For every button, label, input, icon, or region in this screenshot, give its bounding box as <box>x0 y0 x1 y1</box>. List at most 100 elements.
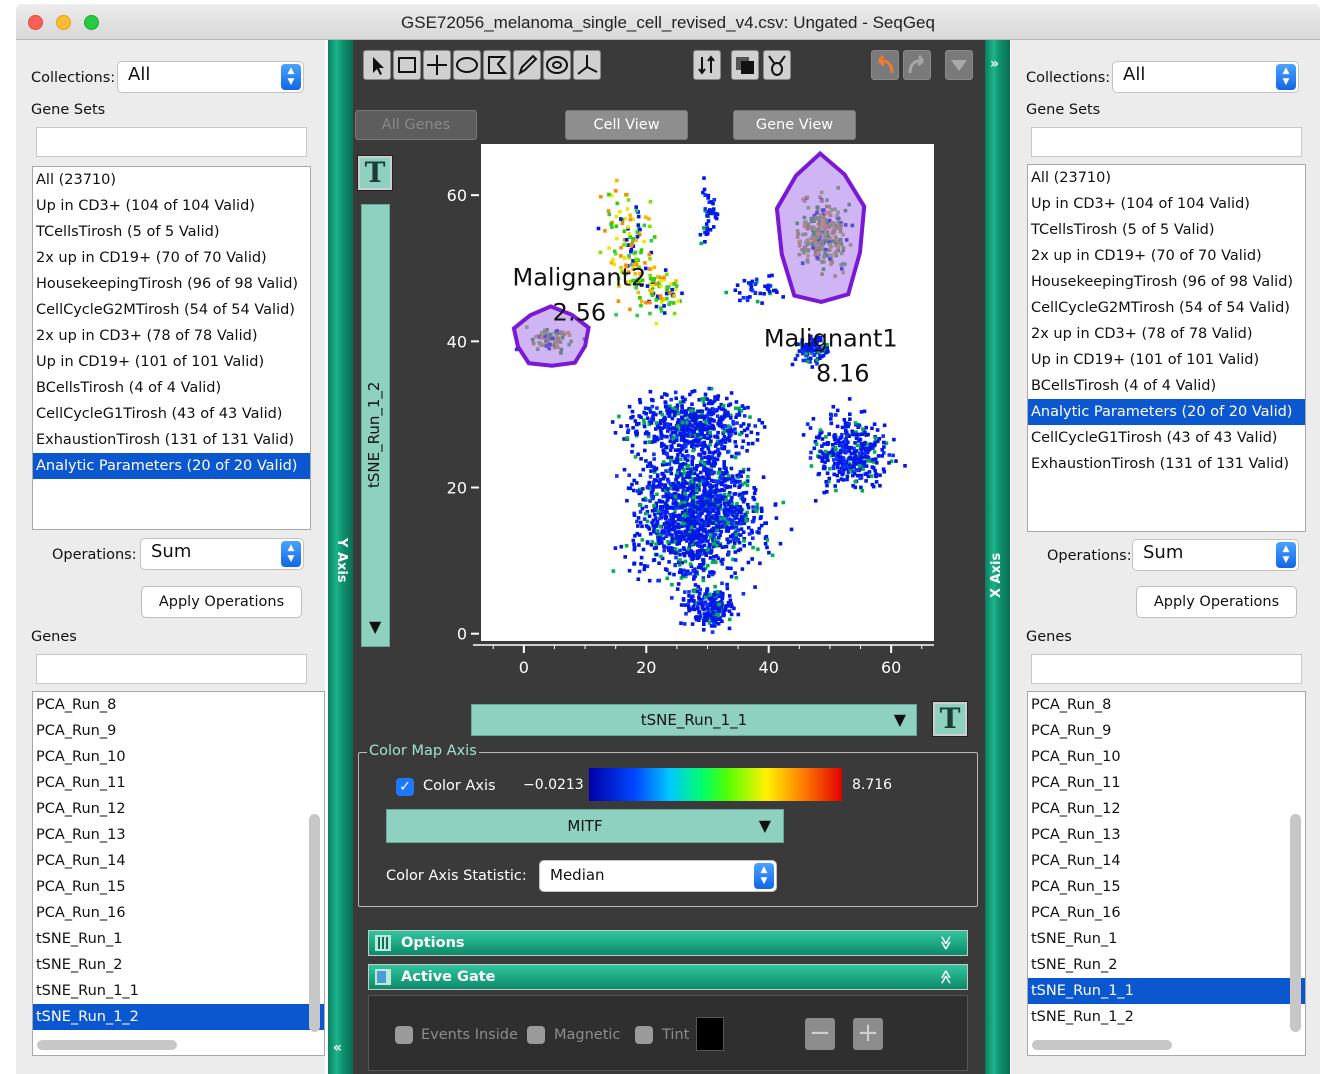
plus-button[interactable]: + <box>853 1018 883 1050</box>
gene-set-item[interactable]: CellCycleG2MTirosh (54 of 54 Valid) <box>33 297 310 323</box>
gene-set-item[interactable]: CellCycleG1Tirosh (43 of 43 Valid) <box>1028 425 1305 451</box>
gene-item[interactable]: PCA_Run_11 <box>1028 770 1305 796</box>
active-gate-bar[interactable]: Active Gate ≪ <box>368 964 968 990</box>
gene-item[interactable]: PCA_Run_13 <box>33 822 324 848</box>
gene-item[interactable]: tSNE_Run_1_1 <box>33 978 324 1004</box>
genes-horizontal-scrollbar[interactable] <box>37 1040 177 1050</box>
gene-set-item[interactable]: ExhaustionTirosh (131 of 131 Valid) <box>33 427 310 453</box>
genes-vertical-scrollbar[interactable] <box>309 814 320 1032</box>
x-axis-transform-button[interactable]: T <box>932 701 968 737</box>
gene-item[interactable]: PCA_Run_13 <box>1028 822 1305 848</box>
gene-item[interactable]: PCA_Run_12 <box>33 796 324 822</box>
expand-options-icon[interactable]: ≫ <box>934 936 958 951</box>
gene-set-item[interactable]: HousekeepingTirosh (96 of 98 Valid) <box>33 271 310 297</box>
color-axis-checkbox[interactable]: ✓ <box>396 778 414 796</box>
gene-item[interactable]: PCA_Run_16 <box>33 900 324 926</box>
x-axis-strip[interactable]: » X Axis <box>985 40 1010 1074</box>
gene-sets-list[interactable]: All (23710) Up in CD3+ (104 of 104 Valid)… <box>32 166 311 530</box>
gene-set-item[interactable]: BCellsTirosh (4 of 4 Valid) <box>1028 373 1305 399</box>
events-inside-checkbox[interactable] <box>395 1026 413 1044</box>
genes-filter-input[interactable] <box>1031 654 1302 684</box>
gene-item[interactable]: PCA_Run_14 <box>33 848 324 874</box>
gene-item[interactable]: PCA_Run_10 <box>1028 744 1305 770</box>
gene-item[interactable]: PCA_Run_16 <box>1028 900 1305 926</box>
data-point <box>869 474 874 478</box>
operations-select[interactable]: Sum ▲ ▼ <box>1132 539 1299 571</box>
genes-vertical-scrollbar[interactable] <box>1290 814 1301 1032</box>
gene-item[interactable]: tSNE_Run_1_2 <box>1028 1004 1305 1030</box>
gene-set-item[interactable]: Up in CD3+ (104 of 104 Valid) <box>33 193 310 219</box>
collections-select[interactable]: All ▲ ▼ <box>1112 61 1299 93</box>
tint-color-swatch[interactable] <box>696 1017 724 1051</box>
data-point <box>835 457 839 461</box>
collapse-left-icon[interactable]: « <box>333 1040 342 1056</box>
gene-set-item[interactable]: All (23710) <box>33 167 310 193</box>
data-point <box>681 546 686 550</box>
gene-item[interactable]: PCA_Run_15 <box>33 874 324 900</box>
gene-set-item[interactable]: TCellsTirosh (5 of 5 Valid) <box>33 219 310 245</box>
gene-sets-list[interactable]: All (23710) Up in CD3+ (104 of 104 Valid)… <box>1027 164 1306 532</box>
scatter-plot[interactable]: Malignant1 8.16 Malignant2 2.56 0 20 40 60 0 20 40… <box>353 40 985 700</box>
gene-set-item[interactable]: HousekeepingTirosh (96 of 98 Valid) <box>1028 269 1305 295</box>
gene-item[interactable]: tSNE_Run_1 <box>1028 926 1305 952</box>
operations-select[interactable]: Sum ▲ ▼ <box>140 538 304 570</box>
gene-set-item[interactable]: Up in CD19+ (101 of 101 Valid) <box>1028 347 1305 373</box>
gene-set-item[interactable]: CellCycleG2MTirosh (54 of 54 Valid) <box>1028 295 1305 321</box>
minus-button[interactable]: − <box>805 1018 835 1050</box>
gene-set-item[interactable]: ExhaustionTirosh (131 of 131 Valid) <box>1028 451 1305 477</box>
magnetic-checkbox[interactable] <box>527 1026 545 1044</box>
collapse-active-gate-icon[interactable]: ≪ <box>934 970 958 985</box>
apply-operations-button[interactable]: Apply Operations <box>1136 586 1297 618</box>
data-point <box>704 553 708 557</box>
gene-set-item[interactable]: Analytic Parameters (20 of 20 Valid) <box>1028 399 1305 425</box>
data-point <box>840 432 844 437</box>
gene-set-item[interactable]: Up in CD3+ (104 of 104 Valid) <box>1028 191 1305 217</box>
collections-select[interactable]: All ▲ ▼ <box>117 61 304 93</box>
gene-item[interactable]: tSNE_Run_2 <box>1028 952 1305 978</box>
gene-item[interactable]: tSNE_Run_2 <box>33 952 324 978</box>
gene-set-item[interactable]: 2x up in CD19+ (70 of 70 Valid) <box>1028 243 1305 269</box>
data-point <box>842 459 847 464</box>
options-bar[interactable]: Options ≫ <box>368 930 968 956</box>
gene-item[interactable]: PCA_Run_15 <box>1028 874 1305 900</box>
color-axis-statistic-select[interactable]: Median ▲ ▼ <box>539 860 777 892</box>
gene-item[interactable]: PCA_Run_10 <box>33 744 324 770</box>
apply-operations-button[interactable]: Apply Operations <box>141 586 302 618</box>
tint-checkbox[interactable] <box>635 1026 653 1044</box>
gene-set-item[interactable]: 2x up in CD3+ (78 of 78 Valid) <box>1028 321 1305 347</box>
gene-set-item[interactable]: 2x up in CD19+ (70 of 70 Valid) <box>33 245 310 271</box>
gene-item[interactable]: PCA_Run_9 <box>33 718 324 744</box>
gene-set-item[interactable]: CellCycleG1Tirosh (43 of 43 Valid) <box>33 401 310 427</box>
x-parameter-dropdown[interactable]: tSNE_Run_1_1 ▼ <box>471 704 917 736</box>
gene-item[interactable]: PCA_Run_12 <box>1028 796 1305 822</box>
data-point <box>680 410 684 415</box>
genes-filter-input[interactable] <box>36 654 307 684</box>
color-gene-dropdown[interactable]: MITF ▼ <box>386 809 784 843</box>
gene-sets-filter-input[interactable] <box>1031 127 1302 157</box>
gene-sets-filter-input[interactable] <box>36 127 307 157</box>
gene-set-item[interactable]: Analytic Parameters (20 of 20 Valid) <box>33 453 310 479</box>
data-point <box>705 474 710 478</box>
gene-item[interactable]: PCA_Run_14 <box>1028 848 1305 874</box>
genes-horizontal-scrollbar[interactable] <box>1032 1040 1172 1050</box>
gene-set-item[interactable]: BCellsTirosh (4 of 4 Valid) <box>33 375 310 401</box>
data-point <box>701 558 705 562</box>
genes-list[interactable]: PCA_Run_8 PCA_Run_9 PCA_Run_10 PCA_Run_11 PC… <box>1027 691 1306 1056</box>
collapse-right-icon[interactable]: » <box>990 56 999 72</box>
genes-list[interactable]: PCA_Run_8 PCA_Run_9 PCA_Run_10 PCA_Run_11 PC… <box>32 691 325 1056</box>
gene-item[interactable]: tSNE_Run_1 <box>33 926 324 952</box>
gene-set-item[interactable]: All (23710) <box>1028 165 1305 191</box>
gene-item[interactable]: tSNE_Run_1_2 <box>33 1004 324 1030</box>
gene-item[interactable]: PCA_Run_8 <box>33 692 324 718</box>
gene-sets-label: Gene Sets <box>1026 102 1101 118</box>
gene-item[interactable]: PCA_Run_11 <box>33 770 324 796</box>
y-axis-strip[interactable]: Y Axis « <box>328 40 353 1074</box>
data-point <box>654 522 659 527</box>
gene-set-item[interactable]: TCellsTirosh (5 of 5 Valid) <box>1028 217 1305 243</box>
gene-item[interactable]: PCA_Run_8 <box>1028 692 1305 718</box>
gene-item[interactable]: PCA_Run_9 <box>1028 718 1305 744</box>
gene-item[interactable]: tSNE_Run_1_1 <box>1028 978 1305 1004</box>
gene-set-item[interactable]: 2x up in CD3+ (78 of 78 Valid) <box>33 323 310 349</box>
data-point <box>623 256 627 260</box>
gene-set-item[interactable]: Up in CD19+ (101 of 101 Valid) <box>33 349 310 375</box>
